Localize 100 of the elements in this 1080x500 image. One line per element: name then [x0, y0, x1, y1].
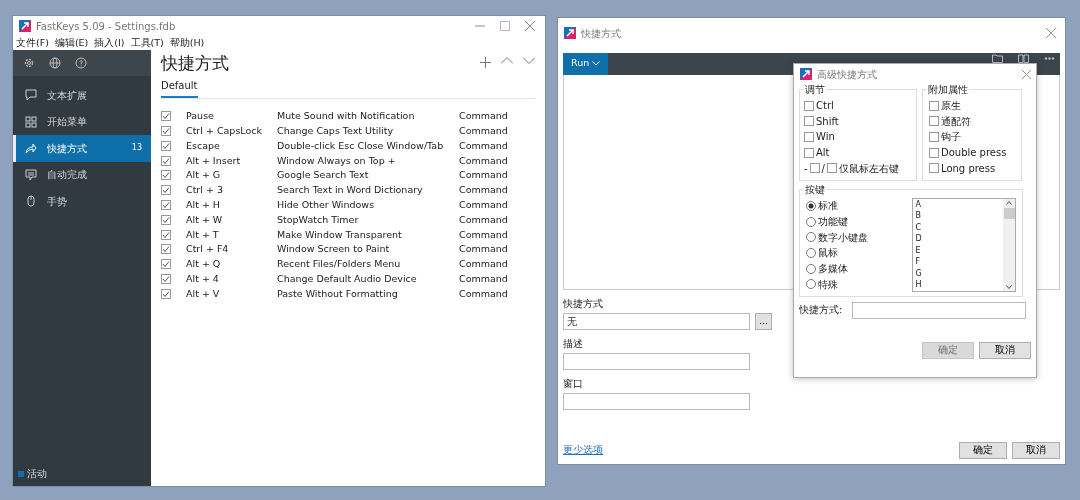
checkbox-label: Ctrl — [816, 99, 834, 114]
action-name: Change Caps Text Utility — [277, 123, 395, 138]
action-name: Window Always on Top + — [277, 153, 397, 168]
shortcut-keys: Alt + W — [186, 212, 277, 227]
field-label: 窗口 — [563, 376, 583, 391]
list-item[interactable]: E — [915, 244, 1003, 257]
group-label: 调节 — [804, 83, 826, 98]
group-label: 附加属性 — [927, 83, 969, 98]
list-item[interactable]: G — [915, 267, 1003, 280]
action-type: Command — [459, 242, 508, 257]
less-options-link[interactable]: 更少选项 — [563, 443, 603, 458]
sidebar-item[interactable]: 手势 — [13, 188, 151, 215]
action-name: Google Search Text — [277, 168, 370, 183]
action-name: Window Screen to Paint — [277, 242, 391, 257]
checkbox-label: Double press — [941, 146, 1007, 161]
checkbox-label: Long press — [941, 161, 996, 176]
browse-button[interactable]: ... — [755, 312, 772, 330]
list-item[interactable]: F — [915, 256, 1003, 268]
radio-label: 鼠标 — [818, 246, 838, 261]
action-name: Mute Sound with Notification — [277, 109, 416, 124]
action-type: Command — [459, 183, 508, 198]
shortcut-keys: Ctrl + 3 — [186, 183, 277, 198]
action-type: Command — [459, 138, 508, 153]
shortcut-field[interactable]: 无 — [563, 312, 750, 330]
action-type: Command — [459, 212, 508, 227]
field-label: 快捷方式: — [799, 303, 844, 318]
sidebar-label: 自动完成 — [47, 168, 87, 183]
menu-item[interactable]: 工具(T) — [130, 35, 164, 51]
shortcut-keys: Pause — [186, 109, 277, 124]
checkbox-label: 通配符 — [941, 114, 971, 129]
field-label: 描述 — [563, 336, 583, 351]
tab[interactable]: Default — [161, 77, 198, 98]
cancel-button[interactable]: 取消 — [979, 342, 1031, 360]
radio-label: 特殊 — [818, 277, 838, 292]
checkbox-label: 仅鼠标左右键 — [839, 161, 899, 176]
sidebar-label: 手势 — [47, 194, 67, 209]
radio-label: 功能键 — [818, 215, 848, 229]
sidebar-label: 开始菜单 — [47, 115, 87, 130]
window-title: 快捷方式 — [581, 26, 621, 41]
action-name: Make Window Transparent — [277, 227, 403, 242]
sidebar-item[interactable]: 开始菜单 — [13, 108, 151, 135]
sidebar-item[interactable]: 自动完成 — [13, 161, 151, 188]
menu-item[interactable]: 帮助(H) — [169, 35, 205, 51]
menu-item[interactable]: 插入(I) — [94, 35, 125, 51]
list-item[interactable]: C — [915, 221, 1003, 234]
shortcut-keys: Alt + G — [186, 168, 277, 183]
sidebar-label: 文本扩展 — [47, 88, 87, 103]
dash-text: - — [804, 161, 808, 176]
ok-button[interactable]: 确定 — [959, 442, 1007, 459]
list-item[interactable]: B — [915, 210, 1003, 222]
list-item[interactable]: H — [915, 279, 1003, 291]
checkbox-label: 钩子 — [941, 130, 961, 145]
count-label: 13 — [131, 142, 142, 155]
checkbox-label: 原生 — [941, 99, 961, 114]
menu-item[interactable]: 文件(F) — [16, 35, 49, 51]
shortcut-keys: Alt + T — [186, 227, 277, 242]
page-heading: 快捷方式 — [161, 52, 229, 73]
menu-item[interactable]: 编辑(E) — [54, 35, 89, 51]
run-button[interactable]: Run — [563, 52, 608, 75]
action-name: Double-click Esc Close Window/Tab — [277, 138, 445, 153]
action-name: StopWatch Timer — [277, 212, 360, 227]
shortcut-keys: Ctrl + F4 — [186, 242, 277, 257]
action-name: Change Default Audio Device — [277, 271, 418, 286]
group-label: 按键 — [804, 182, 826, 198]
radio-label: 数字小键盘 — [818, 230, 868, 245]
sidebar-item[interactable]: 快捷方式 13 — [13, 135, 151, 162]
sidebar-item[interactable]: 文本扩展 — [13, 82, 151, 109]
action-type: Command — [459, 271, 508, 286]
field-label: 快捷方式 — [563, 296, 603, 311]
checkbox-label: Alt — [816, 146, 830, 161]
checkbox-label: Win — [816, 130, 835, 145]
shortcut-keys: Alt + 4 — [186, 271, 277, 287]
action-name: Hide Other Windows — [277, 197, 376, 212]
checkbox-label: Shift — [816, 114, 839, 129]
action-type: Command — [459, 168, 508, 183]
cancel-button[interactable]: 取消 — [1012, 442, 1060, 459]
window-title: FastKeys 5.09 - Settings.fdb — [36, 19, 176, 34]
action-type: Command — [459, 197, 508, 212]
action-type: Command — [459, 227, 508, 242]
list-item[interactable]: D — [915, 233, 1003, 245]
shortcut-keys: Alt + Insert — [186, 153, 277, 168]
action-type: Command — [459, 257, 508, 272]
shortcut-keys: Alt + V — [186, 286, 277, 301]
shortcut-keys: Alt + Q — [186, 257, 277, 272]
radio-label: 标准 — [818, 199, 838, 214]
action-type: Command — [459, 123, 508, 138]
radio-label: 多媒体 — [818, 262, 848, 277]
list-item[interactable]: A — [915, 198, 1003, 211]
action-name: Paste Without Formatting — [277, 286, 399, 301]
status-text: 活动 — [26, 467, 47, 481]
slash-text: / — [821, 161, 825, 176]
action-type: Command — [459, 153, 508, 168]
action-name: Search Text in Word Dictionary — [277, 183, 424, 198]
shortcut-keys: Ctrl + CapsLock — [186, 123, 277, 139]
shortcut-keys: Escape — [186, 138, 277, 153]
action-name: Recent Files/Folders Menu — [277, 257, 402, 272]
dialog-title: 高级快捷方式 — [817, 67, 877, 82]
shortcut-keys: Alt + H — [186, 197, 277, 213]
action-type: Command — [459, 109, 508, 124]
key-listbox[interactable]: A B C D E F G H — [912, 197, 1016, 292]
